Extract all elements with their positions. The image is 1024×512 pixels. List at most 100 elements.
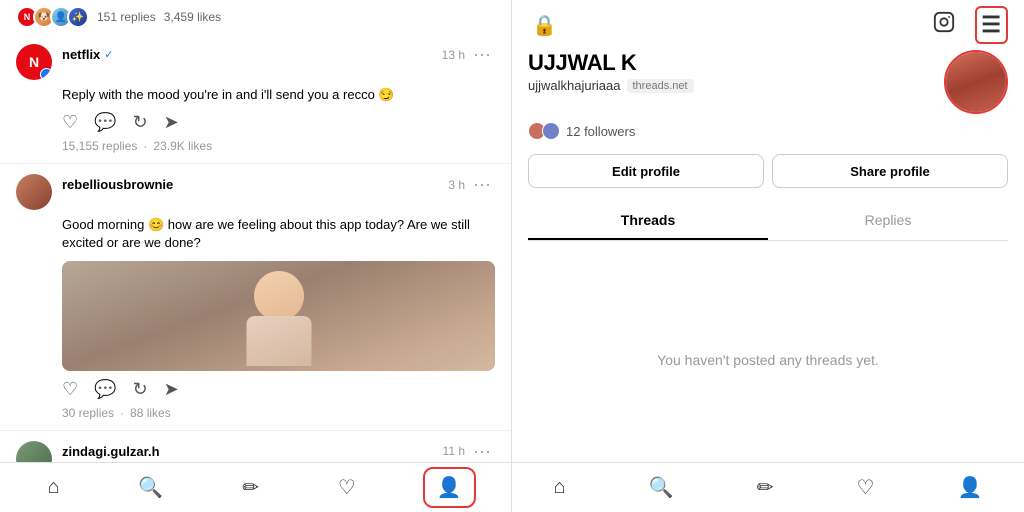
profile-handle-row: ujjwalkhajuriaaa threads.net [528,78,694,93]
profile-section: UJJWAL K ujjwalkhajuriaaa threads.net 12… [512,50,1024,257]
rebel-repost-icon[interactable]: ↻ [133,379,148,400]
post-meta-rebel: rebelliousbrownie 3 h ··· [62,174,495,195]
stats-row: N 🐶 👤 ✨ 151 replies 3,459 likes [0,0,511,34]
post-rebellious: rebelliousbrownie 3 h ··· Good morning 😊… [0,164,511,430]
tab-replies[interactable]: Replies [768,202,1008,240]
followers-count: 12 followers [566,124,635,139]
right-nav-compose[interactable]: ✏ [745,469,786,506]
rebel-more[interactable]: ··· [469,174,495,195]
username-row-rebel: rebelliousbrownie 3 h ··· [62,174,495,195]
tabs-row: Threads Replies [528,202,1008,241]
post-netflix: N netflix ✓ 13 h ··· Reply with the mood… [0,34,511,164]
heart-nav-icon: ♡ [338,475,356,500]
nav-compose[interactable]: ✏ [230,469,271,506]
rebel-share-icon[interactable]: ➤ [164,379,179,400]
profile-handle: ujjwalkhajuriaaa [528,78,621,93]
post-header-zindagi: zindagi.gulzar.h 11 h ··· [16,441,495,462]
avatar-image [946,52,1006,112]
nav-heart[interactable]: ♡ [326,469,368,506]
netflix-stats: 15,155 replies · 23.9K likes [16,139,495,153]
share-icon[interactable]: ➤ [164,112,179,133]
netflix-more[interactable]: ··· [469,44,495,65]
nav-home[interactable]: ⌂ [35,470,71,505]
share-profile-button[interactable]: Share profile [772,154,1008,188]
username-row-zindagi: zindagi.gulzar.h 11 h ··· [62,441,495,462]
comment-icon[interactable]: 💬 [94,112,116,133]
zindagi-avatar [16,441,52,462]
rebel-dot: · [120,406,124,420]
lock-icon[interactable]: 🔒 [528,9,561,42]
search-nav-icon: 🔍 [138,475,163,500]
feed-area: N 🐶 👤 ✨ 151 replies 3,459 likes N netfli… [0,0,511,462]
right-nav-profile[interactable]: 👤 [946,469,995,506]
right-bottom-nav: ⌂ 🔍 ✏ ♡ 👤 [512,462,1024,512]
right-panel: 🔒 ☰ UJJWAL K ujjwalkhajuriaaa threads.ne… [512,0,1024,512]
profile-avatar-large [944,50,1008,114]
right-nav-heart[interactable]: ♡ [845,469,887,506]
zindagi-username: zindagi.gulzar.h [62,444,160,459]
post-meta-netflix: netflix ✓ 13 h ··· [62,44,495,65]
edit-profile-button[interactable]: Edit profile [528,154,764,188]
netflix-verified-icon: ✓ [104,48,113,61]
rebel-image-inner [62,261,495,371]
netflix-avatar: N [16,44,52,80]
left-bottom-nav: ⌂ 🔍 ✏ ♡ 👤 [0,462,511,512]
stats-text: 151 replies [97,10,156,24]
nav-search[interactable]: 🔍 [126,469,175,506]
right-heart-icon: ♡ [857,477,875,499]
right-nav-home[interactable]: ⌂ [542,470,578,505]
right-compose-icon: ✏ [757,477,774,499]
tab-content-area: You haven't posted any threads yet. [512,257,1024,462]
right-profile-icon: 👤 [958,477,983,499]
rebel-actions: ♡ 💬 ↻ ➤ [16,379,495,400]
heart-icon[interactable]: ♡ [62,112,78,133]
compose-icon: ✏ [242,475,259,500]
avatar-stack: N 🐶 👤 ✨ [16,6,89,28]
profile-nav-icon: 👤 [437,475,462,500]
mini-avatar-4: ✨ [67,6,89,28]
netflix-time: 13 h [442,48,465,62]
left-panel: N 🐶 👤 ✨ 151 replies 3,459 likes N netfli… [0,0,512,512]
dot-sep: · [143,139,147,153]
nav-profile[interactable]: 👤 [423,467,476,508]
rebel-replies: 30 replies [62,406,114,420]
netflix-likes: 23.9K likes [153,139,212,153]
right-nav-search[interactable]: 🔍 [637,469,686,506]
home-icon: ⌂ [47,476,59,499]
profile-name: UJJWAL K [528,50,694,76]
right-search-icon: 🔍 [649,477,674,499]
rebel-heart-icon[interactable]: ♡ [62,379,78,400]
repost-icon[interactable]: ↻ [133,112,148,133]
netflix-actions: ♡ 💬 ↻ ➤ [16,112,495,133]
zindagi-more[interactable]: ··· [469,441,495,462]
right-header: 🔒 ☰ [512,0,1024,50]
instagram-icon[interactable] [929,7,959,43]
rebel-stats: 30 replies · 88 likes [16,406,495,420]
username-row-netflix: netflix ✓ 13 h ··· [62,44,495,65]
stats-likes: 3,459 likes [164,10,221,24]
verified-badge [40,68,52,80]
post-header-rebellious: rebelliousbrownie 3 h ··· [16,174,495,210]
netflix-content: Reply with the mood you're in and i'll s… [16,86,495,104]
followers-row: 12 followers [528,122,1008,140]
tab-threads[interactable]: Threads [528,202,768,240]
profile-info: UJJWAL K ujjwalkhajuriaaa threads.net [528,50,694,93]
zindagi-time: 11 h [443,444,465,458]
followers-avatars [528,122,560,140]
rebel-comment-icon[interactable]: 💬 [94,379,116,400]
rebel-avatar [16,174,52,210]
threads-badge: threads.net [627,79,694,93]
rebel-image [62,261,495,371]
follower-mini-2 [542,122,560,140]
post-zindagi: zindagi.gulzar.h 11 h ··· Happy Birthday… [0,431,511,462]
right-home-icon: ⌂ [554,476,566,498]
post-header-netflix: N netflix ✓ 13 h ··· [16,44,495,80]
rebel-content: Good morning 😊 how are we feeling about … [16,216,495,252]
post-meta-zindagi: zindagi.gulzar.h 11 h ··· [62,441,495,462]
header-icons: ☰ [929,6,1008,44]
menu-icon[interactable]: ☰ [975,6,1008,44]
profile-top: UJJWAL K ujjwalkhajuriaaa threads.net [528,50,1008,114]
no-threads-text: You haven't posted any threads yet. [657,352,879,368]
rebel-time: 3 h [448,178,465,192]
rebel-username: rebelliousbrownie [62,177,173,192]
